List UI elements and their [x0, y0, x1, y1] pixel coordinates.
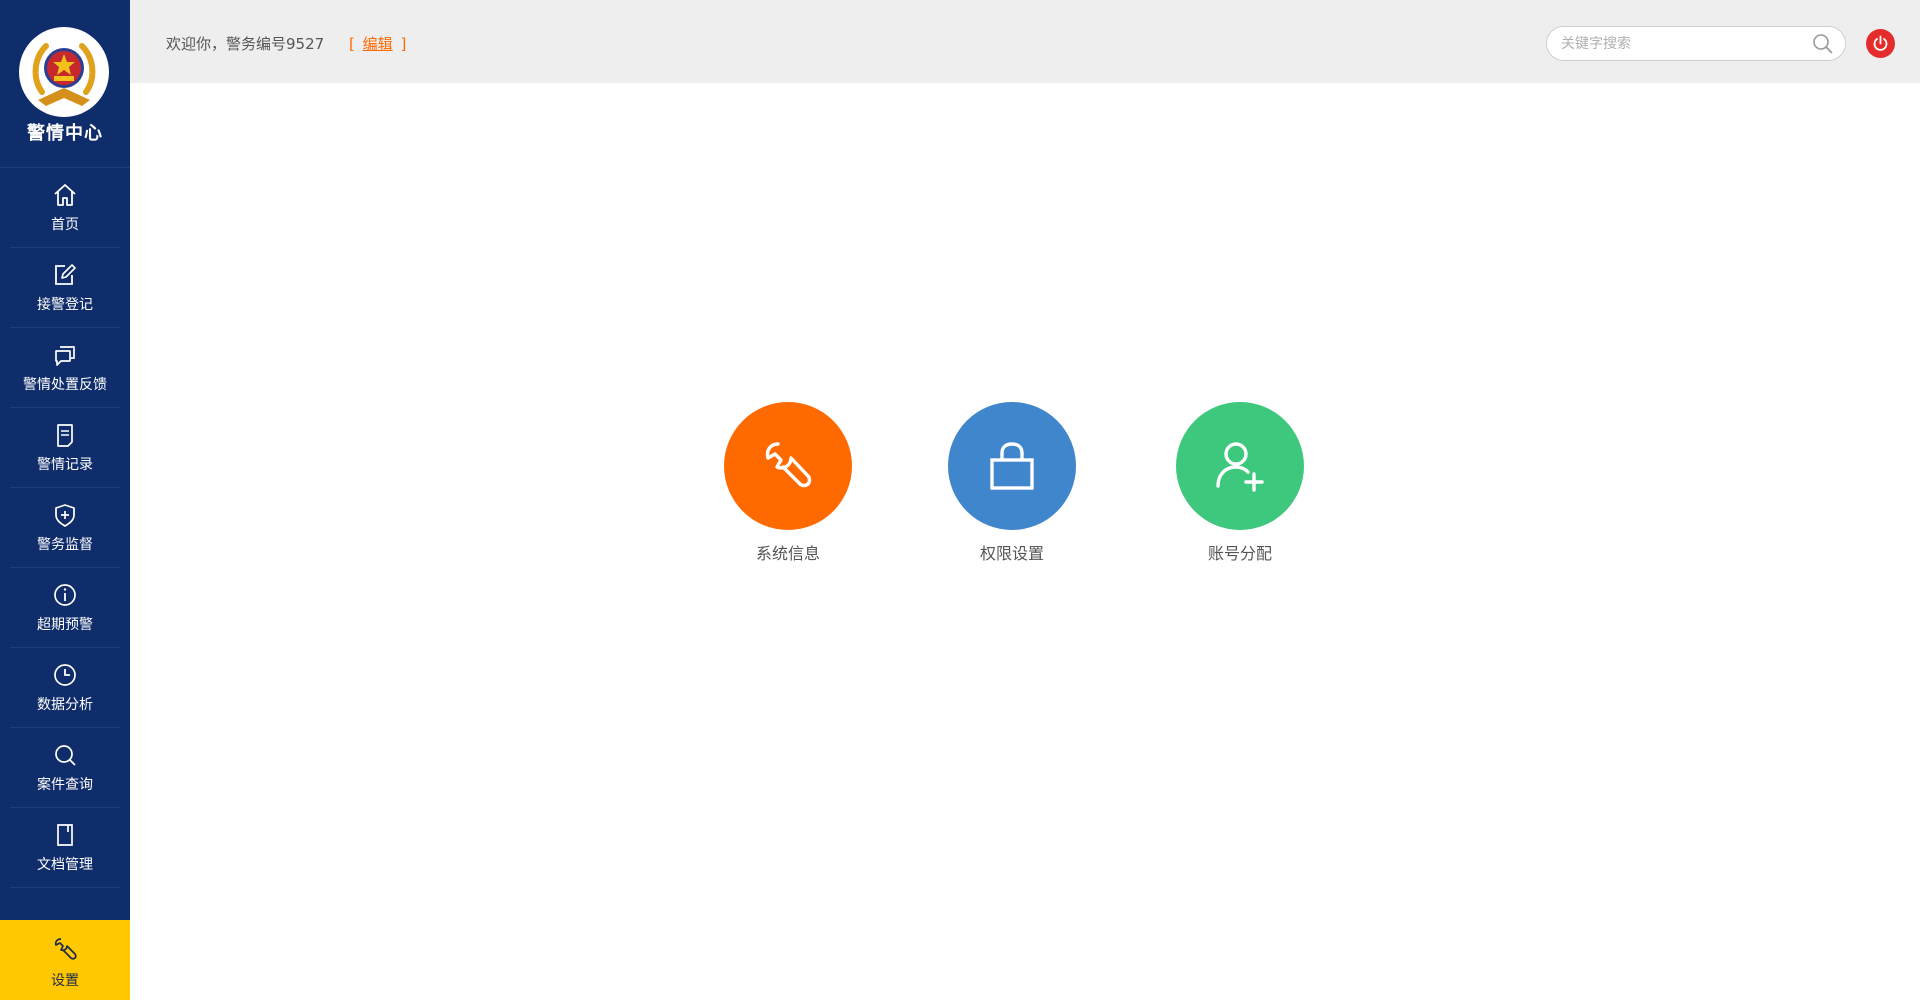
tile-circle: [1176, 402, 1304, 530]
search-box: [1546, 26, 1846, 61]
sidebar-item-alarm-register[interactable]: 接警登记: [10, 248, 120, 328]
tile-system-info[interactable]: 系统信息: [718, 402, 858, 572]
top-bar: 欢迎你，警务编号9527 [ 编辑 ]: [130, 0, 1920, 83]
sidebar-item-records[interactable]: 警情记录: [10, 408, 120, 488]
clock-icon: [54, 664, 76, 686]
document-icon: [57, 424, 73, 447]
tile-permission-settings[interactable]: 权限设置: [942, 402, 1082, 572]
tile-label: 系统信息: [755, 544, 820, 563]
police-emblem-logo: [19, 27, 109, 117]
edit-link[interactable]: 编辑: [363, 35, 393, 53]
edit-icon: [55, 264, 76, 285]
chat-icon: [55, 346, 75, 366]
search-icon[interactable]: [1811, 32, 1835, 56]
bracket-close: ]: [400, 35, 407, 53]
logout-button[interactable]: [1866, 29, 1895, 58]
info-icon: [54, 584, 76, 606]
tile-circle: [948, 402, 1076, 530]
sidebar-item-label: 设置: [51, 973, 79, 989]
power-icon: [1873, 35, 1888, 51]
welcome-text: 欢迎你，警务编号9527: [166, 35, 325, 53]
brand-title: 警情中心: [27, 123, 103, 144]
sidebar-item-document-management[interactable]: 文档管理: [10, 808, 120, 888]
folder-icon: [57, 824, 73, 846]
bracket-open: [: [349, 35, 355, 53]
tile-account-assignment[interactable]: 账号分配: [1170, 402, 1310, 572]
tile-label: 账号分配: [1207, 544, 1272, 563]
sidebar-item-label: 文档管理: [37, 857, 93, 873]
sidebar-item-label: 超期预警: [37, 617, 93, 633]
sidebar-item-disposal-feedback[interactable]: 警情处置反馈: [10, 328, 120, 408]
sidebar-item-label: 警情记录: [37, 457, 93, 473]
sidebar-item-supervision[interactable]: 警务监督: [10, 488, 120, 568]
sidebar-item-overdue-warning[interactable]: 超期预警: [10, 568, 120, 648]
sidebar-item-data-analysis[interactable]: 数据分析: [10, 648, 120, 728]
shield-icon: [55, 504, 75, 527]
brand: 警情中心: [0, 0, 130, 168]
search-input[interactable]: [1561, 33, 1801, 55]
add-user-icon: [1216, 442, 1264, 492]
sidebar: 警情中心 首页 接警登记 警情处置反馈 警情记录 警务监督 超期预警 数据分析 …: [0, 0, 130, 1000]
sidebar-item-case-query[interactable]: 案件查询: [10, 728, 120, 808]
sidebar-item-label: 警务监督: [37, 537, 93, 553]
sidebar-item-label: 案件查询: [37, 777, 93, 793]
sidebar-item-label: 首页: [51, 217, 79, 233]
home-icon: [54, 184, 76, 206]
sidebar-item-settings[interactable]: 设置: [0, 920, 130, 1000]
search-icon: [55, 745, 76, 766]
sidebar-item-label: 接警登记: [37, 297, 93, 313]
sidebar-item-label: 警情处置反馈: [23, 377, 107, 393]
edit-link-wrapper: [ 编辑 ]: [349, 33, 406, 54]
tile-circle: [724, 402, 852, 530]
wrench-icon: [765, 442, 812, 488]
sidebar-item-label: 数据分析: [37, 697, 93, 713]
sidebar-item-home[interactable]: 首页: [10, 168, 120, 248]
tile-label: 权限设置: [979, 544, 1044, 563]
lock-icon: [990, 442, 1034, 490]
wrench-icon: [54, 938, 77, 960]
